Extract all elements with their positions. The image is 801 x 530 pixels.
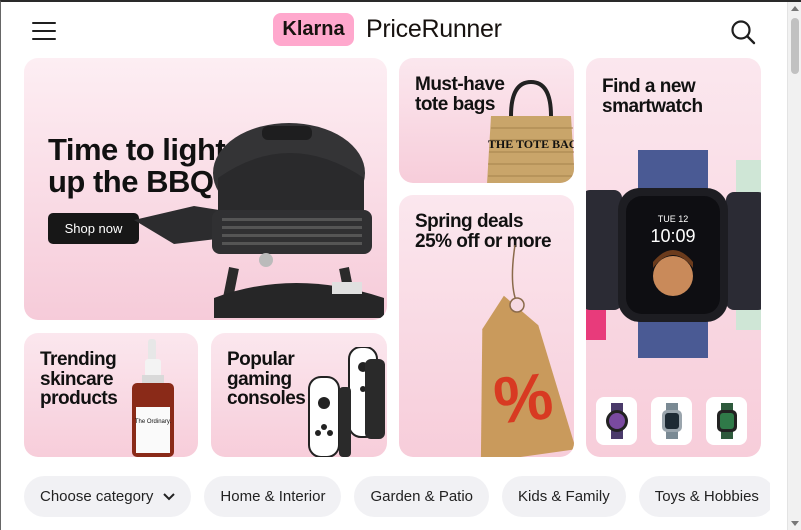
scroll-up-arrow-icon[interactable] bbox=[791, 6, 799, 11]
promo-card-title: Find a new smartwatch bbox=[602, 76, 703, 117]
promo-card-gaming-consoles[interactable]: Popular gaming consoles bbox=[211, 333, 387, 457]
skincare-bottle-image: The Ordinary. bbox=[132, 339, 174, 457]
pricerunner-wordmark: PriceRunner bbox=[366, 15, 502, 43]
watch-thumbnail[interactable] bbox=[706, 397, 747, 445]
promo-card-smartwatch[interactable]: Find a new smartwatch TUE 12 10:09 bbox=[586, 58, 761, 457]
grill-image bbox=[134, 123, 384, 318]
search-icon[interactable] bbox=[730, 19, 756, 45]
category-chip-home-interior[interactable]: Home & Interior bbox=[204, 476, 342, 517]
category-chip-toys-hobbies[interactable]: Toys & Hobbies bbox=[638, 476, 770, 517]
price-tag-image: % bbox=[480, 245, 574, 457]
watch-date: TUE 12 bbox=[658, 214, 689, 224]
percent-symbol: % bbox=[490, 358, 556, 438]
skincare-brand-label: The Ordinary. bbox=[135, 419, 172, 425]
chevron-down-icon bbox=[163, 492, 176, 500]
site-logo[interactable]: Klarna PriceRunner bbox=[273, 13, 502, 46]
category-chip-bar: Choose category Home & Interior Garden &… bbox=[24, 476, 770, 517]
promo-card-skincare[interactable]: Trending skincare products The Ordinary. bbox=[24, 333, 198, 457]
promo-card-bbq[interactable]: Time to light up the BBQ Shop now bbox=[24, 58, 387, 320]
promo-card-spring-deals[interactable]: Spring deals 25% off or more % bbox=[399, 195, 574, 457]
promo-card-title: Popular gaming consoles bbox=[227, 349, 306, 410]
shop-now-button[interactable]: Shop now bbox=[48, 213, 139, 244]
category-chip-kids-family[interactable]: Kids & Family bbox=[502, 476, 626, 517]
category-chip-garden-patio[interactable]: Garden & Patio bbox=[354, 476, 490, 517]
choose-category-label: Choose category bbox=[40, 488, 154, 505]
choose-category-dropdown[interactable]: Choose category bbox=[24, 476, 192, 517]
tote-bag-print: THE TOTE BAG bbox=[488, 137, 574, 151]
watch-thumbnail[interactable] bbox=[651, 397, 692, 445]
watch-thumbnail[interactable] bbox=[596, 397, 637, 445]
scrollbar-thumb[interactable] bbox=[791, 18, 799, 74]
klarna-logo: Klarna bbox=[273, 13, 354, 46]
smartwatch-image: TUE 12 10:09 bbox=[586, 150, 761, 358]
game-controller-image bbox=[308, 347, 385, 457]
promo-card-tote-bags[interactable]: Must-have tote bags THE TOTE BAG bbox=[399, 58, 574, 183]
watch-time: 10:09 bbox=[650, 226, 695, 246]
scroll-down-arrow-icon[interactable] bbox=[791, 521, 799, 526]
tote-bag-image: THE TOTE BAG bbox=[487, 79, 574, 183]
hamburger-menu-icon[interactable] bbox=[32, 22, 56, 40]
page-scrollbar[interactable] bbox=[787, 2, 801, 530]
smartwatch-thumbnails bbox=[596, 397, 747, 445]
promo-card-title: Trending skincare products bbox=[40, 349, 118, 410]
site-header: Klarna PriceRunner bbox=[0, 2, 786, 56]
